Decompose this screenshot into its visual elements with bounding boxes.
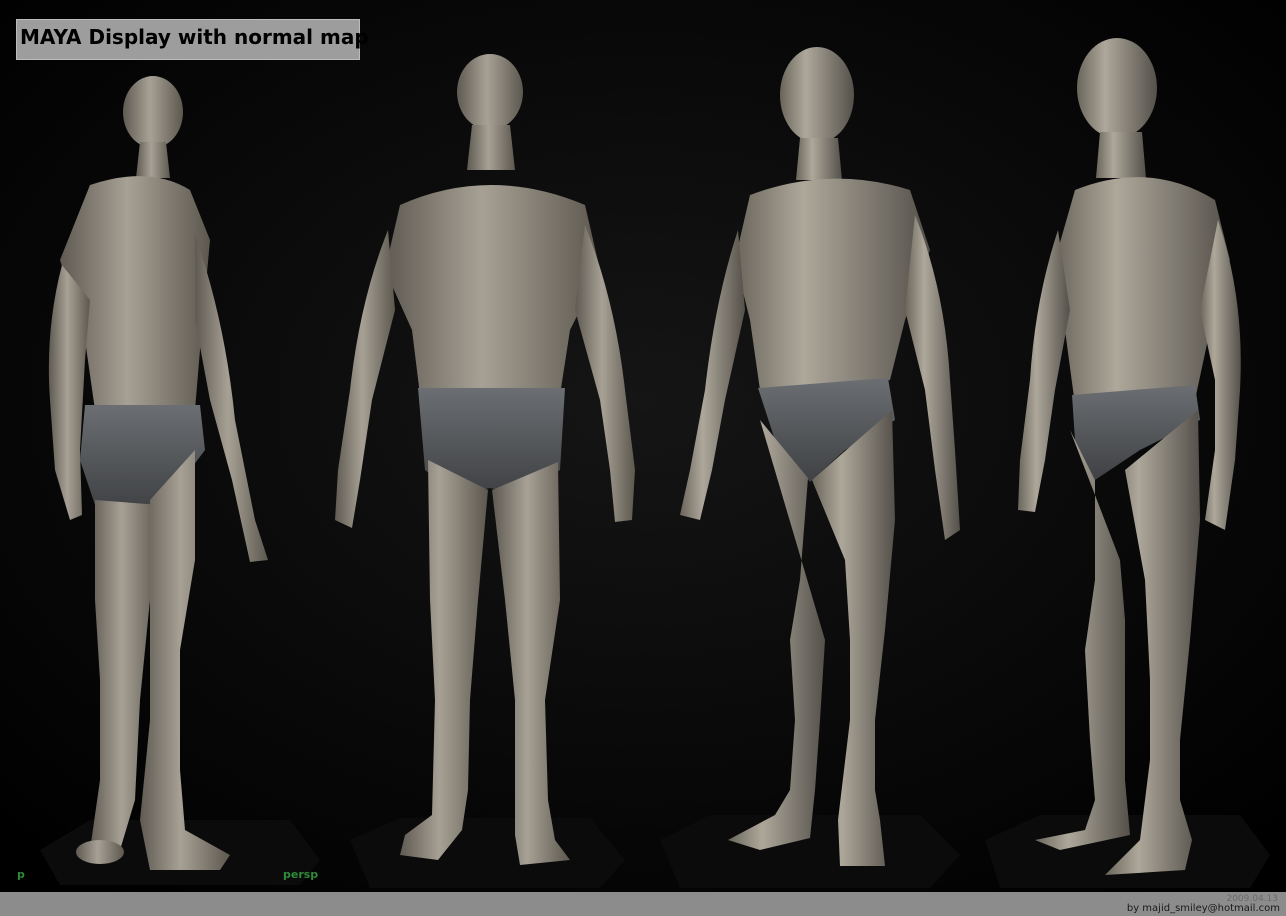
title-banner: MAYA Display with normal map (16, 19, 369, 60)
camera-label-viewport-1: p (17, 868, 25, 881)
footer-credit: by majid_smiley@hotmail.com (1126, 903, 1280, 914)
camera-label-viewport-2: persp (283, 868, 319, 881)
figure-renders (0, 0, 1286, 892)
footer-bar: 2009.04.13 by majid_smiley@hotmail.com (0, 892, 1286, 916)
page-title: MAYA Display with normal map (20, 25, 369, 49)
maya-display-stage: MAYA Display with normal map p persp (0, 0, 1286, 892)
floor-plate-2 (350, 818, 625, 888)
